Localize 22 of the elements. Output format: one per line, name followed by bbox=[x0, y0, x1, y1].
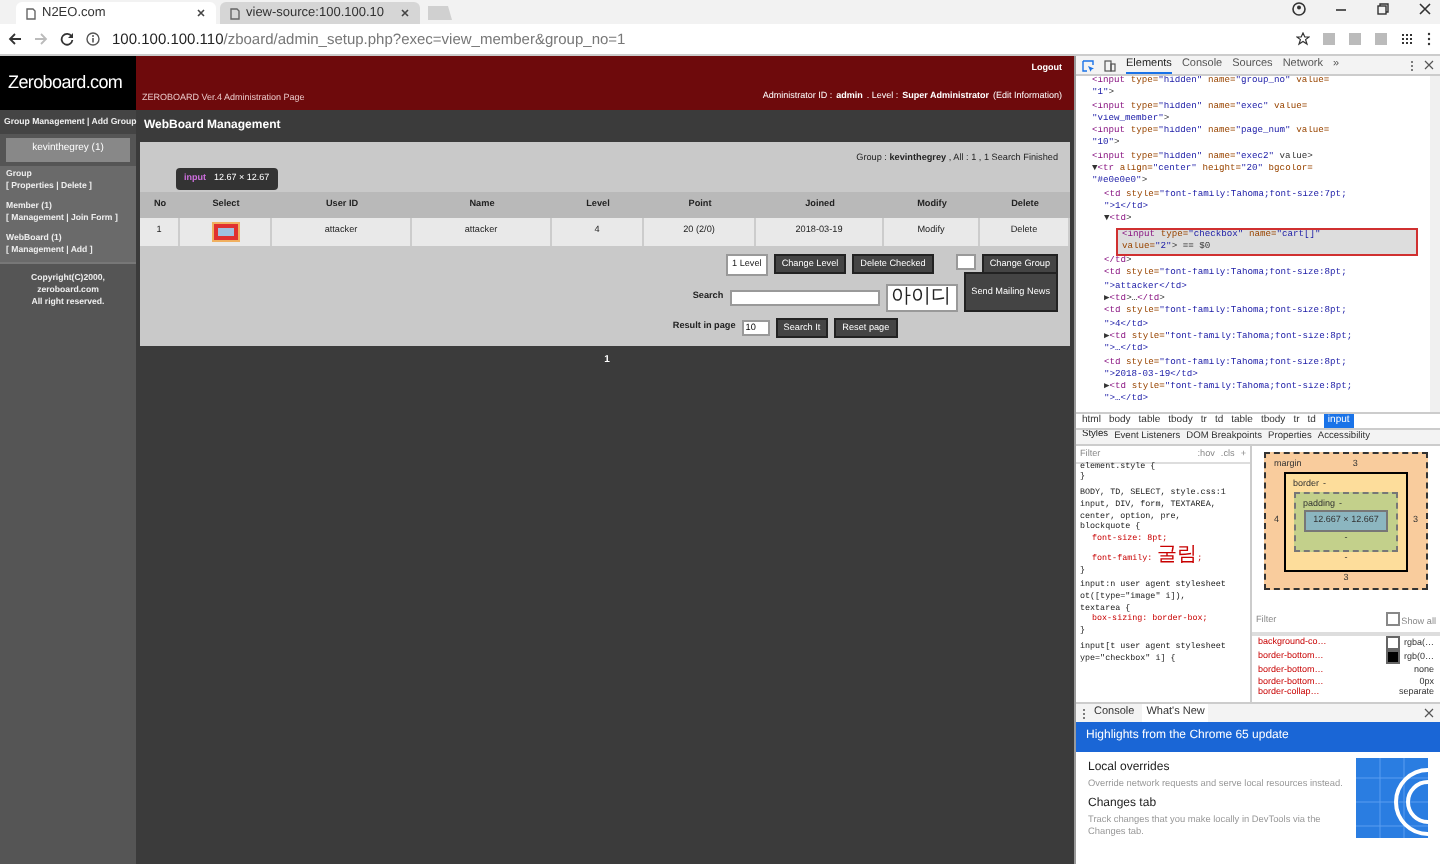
group-select[interactable] bbox=[955, 253, 976, 270]
reload-icon[interactable] bbox=[60, 32, 74, 46]
close-icon[interactable] bbox=[196, 8, 206, 18]
close-icon[interactable] bbox=[1424, 60, 1434, 70]
info-icon[interactable] bbox=[86, 32, 100, 46]
back-icon[interactable] bbox=[8, 32, 22, 46]
page-icon bbox=[230, 7, 240, 19]
search-field[interactable] bbox=[729, 289, 880, 306]
keyword-select[interactable]: 아이디 bbox=[885, 283, 958, 312]
close-icon[interactable] bbox=[400, 8, 410, 18]
grid-icon[interactable] bbox=[1400, 32, 1414, 46]
close-icon[interactable] bbox=[1424, 708, 1434, 718]
show-all-checkbox[interactable] bbox=[1387, 614, 1398, 625]
device-icon[interactable] bbox=[1104, 59, 1116, 71]
checkbox[interactable] bbox=[213, 223, 237, 240]
menu-icon[interactable] bbox=[1426, 32, 1432, 46]
restore-icon[interactable] bbox=[1376, 2, 1390, 16]
user-icon[interactable] bbox=[1292, 2, 1306, 16]
page-icon bbox=[26, 7, 36, 19]
star-icon[interactable] bbox=[1296, 32, 1310, 46]
close-icon[interactable] bbox=[1418, 2, 1432, 16]
inspect-icon[interactable] bbox=[1082, 59, 1094, 71]
